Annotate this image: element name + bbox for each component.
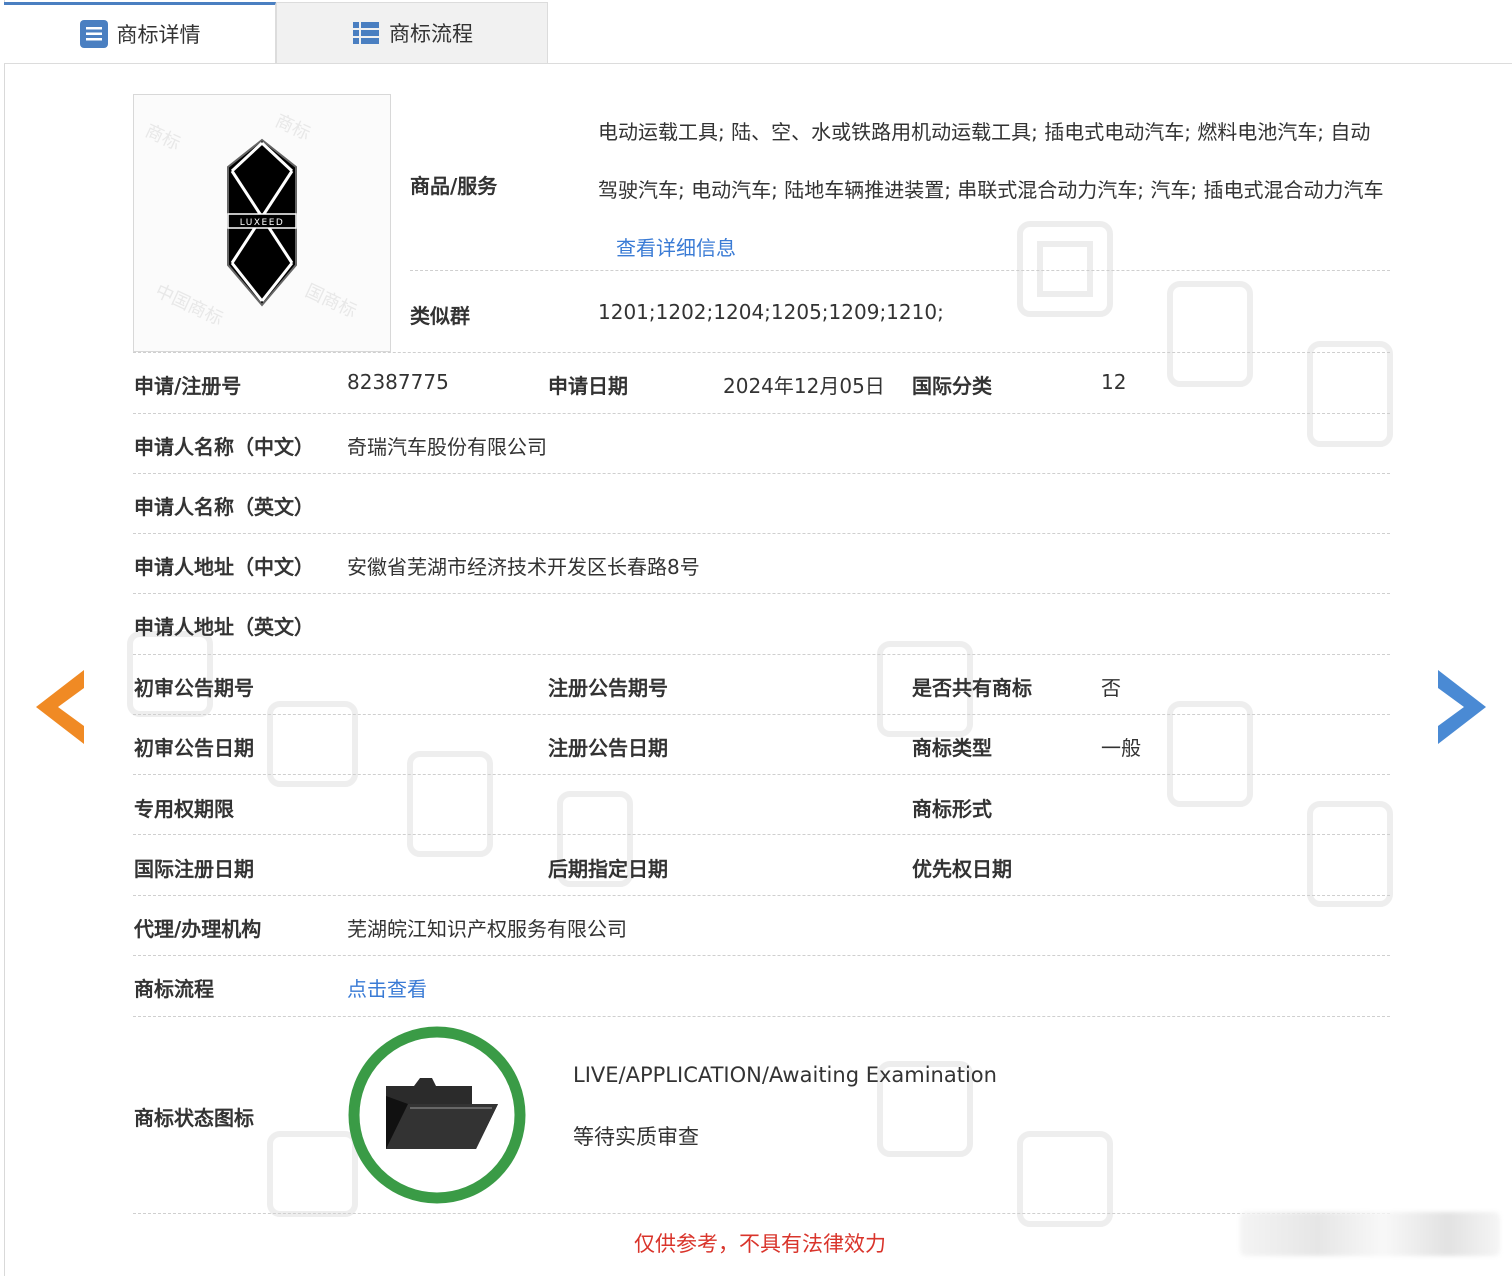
address-cn-value: 安徽省芜湖市经济技术开发区长春路8号	[347, 555, 700, 579]
exclusive-term-label: 专用权期限	[134, 797, 234, 821]
goods-label: 商品/服务	[410, 174, 498, 198]
applicant-cn-value: 奇瑞汽车股份有限公司	[347, 435, 547, 459]
later-date-label: 后期指定日期	[548, 857, 668, 881]
reg-no-value: 82387775	[347, 370, 449, 394]
trademark-logo: 商标 商标 中国商标 国商标 LUXEED	[142, 110, 360, 329]
list-doc-icon	[79, 19, 109, 49]
address-cn-label: 申请人地址（中文）	[134, 555, 314, 579]
apply-date-value: 2024年12月05日	[723, 374, 885, 398]
svg-text:中国商标: 中国商标	[152, 280, 226, 329]
blurred-region	[1240, 1212, 1500, 1256]
flow-label: 商标流程	[134, 977, 214, 1001]
folder-open-icon	[348, 1026, 526, 1204]
svg-text:商标: 商标	[272, 110, 314, 144]
status-text-en: LIVE/APPLICATION/Awaiting Examination	[573, 1063, 997, 1087]
agency-value: 芜湖皖江知识产权服务有限公司	[347, 917, 627, 941]
divider	[133, 714, 1390, 715]
tm-type-label: 商标类型	[912, 736, 992, 760]
divider	[133, 955, 1390, 956]
trademark-image[interactable]: 商标 商标 中国商标 国商标 LUXEED	[133, 94, 391, 352]
view-flow-link[interactable]: 点击查看	[347, 973, 427, 1002]
intl-reg-date-label: 国际注册日期	[134, 857, 254, 881]
svg-text:国商标: 国商标	[302, 280, 360, 322]
reg-notice-date-label: 注册公告日期	[548, 736, 668, 760]
prev-record-button[interactable]	[34, 668, 86, 750]
tab-trademark-flow[interactable]: 商标流程	[276, 2, 548, 63]
status-text-cn: 等待实质审查	[573, 1125, 699, 1149]
tm-type-value: 一般	[1101, 736, 1141, 760]
agency-label: 代理/办理机构	[134, 917, 262, 941]
svg-text:商标: 商标	[142, 120, 184, 154]
tab-bar-divider	[4, 63, 1512, 64]
divider	[133, 654, 1390, 655]
divider	[133, 1016, 1390, 1017]
svg-text:LUXEED: LUXEED	[240, 218, 285, 228]
prelim-date-label: 初审公告日期	[134, 736, 254, 760]
divider	[133, 473, 1390, 474]
similar-group-value: 1201;1202;1204;1205;1209;1210;	[598, 300, 944, 324]
divider	[133, 774, 1390, 775]
address-en-label: 申请人地址（英文）	[134, 615, 314, 639]
shared-label: 是否共有商标	[912, 676, 1032, 700]
goods-text: 电动运载工具; 陆、空、水或铁路用机动运载工具; 插电式电动汽车; 燃料电池汽车…	[598, 120, 1384, 202]
divider	[133, 352, 1390, 353]
list-bullets-icon	[351, 18, 381, 48]
applicant-cn-label: 申请人名称（中文）	[134, 435, 314, 459]
status-icon-label: 商标状态图标	[134, 1106, 254, 1130]
priority-date-label: 优先权日期	[912, 857, 1012, 881]
divider	[133, 593, 1390, 594]
divider	[410, 270, 1390, 271]
chevron-right-icon	[1438, 670, 1486, 744]
divider	[133, 533, 1390, 534]
tab-bar: 商标详情 商标流程	[0, 0, 1512, 64]
next-record-button[interactable]	[1436, 668, 1488, 750]
chevron-left-icon	[36, 670, 84, 744]
tab-label: 商标流程	[389, 22, 473, 46]
intl-class-label: 国际分类	[912, 374, 992, 398]
reg-no-label: 申请/注册号	[134, 374, 242, 398]
tab-trademark-details[interactable]: 商标详情	[4, 2, 276, 63]
disclaimer-text: 仅供参考，不具有法律效力	[634, 1232, 886, 1256]
status-badge	[346, 1024, 528, 1206]
applicant-en-label: 申请人名称（英文）	[134, 495, 314, 519]
goods-value: 电动运载工具; 陆、空、水或铁路用机动运载工具; 插电式电动汽车; 燃料电池汽车…	[598, 103, 1388, 277]
divider	[133, 895, 1390, 896]
intl-class-value: 12	[1101, 370, 1127, 394]
similar-group-label: 类似群	[410, 304, 470, 328]
apply-date-label: 申请日期	[548, 374, 628, 398]
divider	[133, 413, 1390, 414]
view-details-link[interactable]: 查看详细信息	[616, 236, 736, 260]
divider	[133, 1213, 1390, 1214]
reg-notice-no-label: 注册公告期号	[548, 676, 668, 700]
shared-value: 否	[1101, 676, 1121, 700]
divider	[133, 834, 1390, 835]
tab-label: 商标详情	[116, 23, 201, 47]
tm-form-label: 商标形式	[912, 797, 992, 821]
prelim-no-label: 初审公告期号	[134, 676, 254, 700]
